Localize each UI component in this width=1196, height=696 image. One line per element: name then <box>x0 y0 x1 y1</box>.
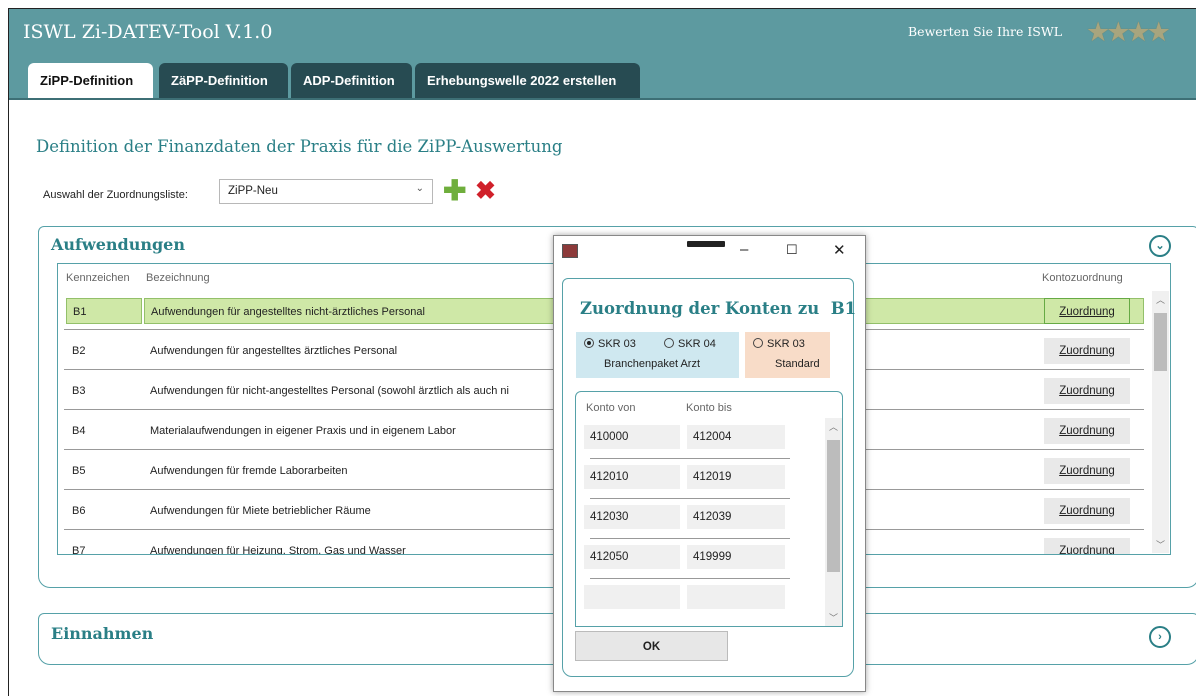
select-value: ZiPP-Neu <box>228 185 278 197</box>
zuordnung-button[interactable]: Zuordnung <box>1044 498 1130 524</box>
radio-skr03-standard[interactable]: SKR 03 <box>753 338 805 350</box>
close-icon[interactable]: ✕ <box>833 241 846 259</box>
zuordnung-dialog: – ☐ ✕ Zuordnung der Konten zu B1 SKR 03 … <box>553 235 866 692</box>
konto-row[interactable]: 412050 419999 <box>576 539 816 579</box>
radio-sublabel: Branchenpaket Arzt <box>604 358 701 370</box>
dialog-title: Zuordnung der Konten zu B1 <box>580 299 857 318</box>
dialog-body: Zuordnung der Konten zu B1 SKR 03 SKR 04… <box>562 278 857 677</box>
radio-dot-icon <box>584 338 594 348</box>
konto-bis-cell[interactable]: 412019 <box>687 465 785 489</box>
chevron-down-icon: ⌄ <box>415 183 424 194</box>
col-bezeichnung: Bezeichnung <box>146 272 210 284</box>
row-kennzeichen: B4 <box>72 425 86 437</box>
konto-bis-cell[interactable]: 412039 <box>687 505 785 529</box>
radio-label: SKR 03 <box>767 338 805 350</box>
skr-standard-box: SKR 03 Standard <box>745 332 830 378</box>
konto-row[interactable] <box>576 579 816 619</box>
grid-scrollbar[interactable]: ︿ ﹀ <box>1152 291 1169 553</box>
tab-erhebungswelle[interactable]: Erhebungswelle 2022 erstellen <box>415 63 640 98</box>
radio-dot-icon <box>664 338 674 348</box>
zuordnung-button[interactable]: Zuordnung <box>1044 458 1130 484</box>
konto-row[interactable]: 412030 412039 <box>576 499 816 539</box>
radio-skr04[interactable]: SKR 04 <box>664 338 716 350</box>
scroll-down-icon[interactable]: ﹀ <box>1152 538 1169 551</box>
zuordnung-button[interactable]: Zuordnung <box>1044 298 1130 324</box>
konto-bis-cell[interactable]: 412004 <box>687 425 785 449</box>
konto-row[interactable]: 412010 412019 <box>576 459 816 499</box>
expand-chevron-icon[interactable]: › <box>1149 626 1171 648</box>
konten-scrollbar[interactable]: ︿ ﹀ <box>825 418 842 626</box>
konto-row[interactable]: 410000 412004 <box>576 419 816 459</box>
select-label: Auswahl der Zuordnungsliste: <box>43 189 188 201</box>
tab-zipp-definition[interactable]: ZiPP-Definition <box>28 63 153 98</box>
row-kennzeichen: B3 <box>72 385 86 397</box>
row-kennzeichen: B2 <box>72 345 86 357</box>
scrollbar-thumb[interactable] <box>827 440 840 572</box>
radio-skr03-arzt[interactable]: SKR 03 <box>584 338 636 350</box>
add-icon[interactable]: ✚ <box>443 177 466 205</box>
konto-von-cell[interactable]: 412050 <box>584 545 680 569</box>
tab-bar: ZiPP-Definition ZäPP-Definition ADP-Defi… <box>9 56 1196 100</box>
scroll-up-icon[interactable]: ︿ <box>1152 293 1169 306</box>
aufwendungen-title: Aufwendungen <box>51 235 185 254</box>
zuordnung-button[interactable]: Zuordnung <box>1044 378 1130 404</box>
radio-sublabel: Standard <box>775 358 820 370</box>
row-kennzeichen: B7 <box>72 545 86 555</box>
radio-label: SKR 04 <box>678 338 716 350</box>
scroll-down-icon[interactable]: ﹀ <box>825 611 842 624</box>
konto-bis-cell[interactable] <box>687 585 785 609</box>
skr-radio-group: SKR 03 SKR 04 Branchenpaket Arzt <box>576 332 739 378</box>
konten-list: Konto von Konto bis 410000 412004 412010… <box>575 391 843 627</box>
col-konto-bis: Konto bis <box>686 402 732 414</box>
col-kennzeichen: Kennzeichen <box>66 272 130 284</box>
konto-von-cell[interactable]: 412010 <box>584 465 680 489</box>
scrollbar-thumb[interactable] <box>1154 313 1167 371</box>
title-bar: ISWL Zi-DATEV-Tool V.1.0 Bewerten Sie Ih… <box>9 9 1196 56</box>
app-title: ISWL Zi-DATEV-Tool V.1.0 <box>23 21 273 43</box>
row-kennzeichen: B6 <box>72 505 86 517</box>
tab-zaepp-definition[interactable]: ZäPP-Definition <box>159 63 288 98</box>
ok-button[interactable]: OK <box>575 631 728 661</box>
page-title: Definition der Finanzdaten der Praxis fü… <box>36 137 563 156</box>
einnahmen-title: Einnahmen <box>51 624 154 643</box>
tab-adp-definition[interactable]: ADP-Definition <box>291 63 412 98</box>
rate-text: Bewerten Sie Ihre ISWL <box>908 24 1063 39</box>
zuordnung-button[interactable]: Zuordnung <box>1044 418 1130 444</box>
delete-icon[interactable]: ✖ <box>475 177 496 205</box>
scroll-up-icon[interactable]: ︿ <box>825 420 842 433</box>
minimize-icon[interactable]: – <box>740 241 748 258</box>
row-kennzeichen: B5 <box>72 465 86 477</box>
window-app-icon <box>562 244 578 258</box>
drag-handle-icon[interactable] <box>687 241 725 247</box>
konto-von-cell[interactable]: 412030 <box>584 505 680 529</box>
col-konto-von: Konto von <box>586 402 636 414</box>
col-kontozuordnung: Kontozuordnung <box>1042 272 1123 284</box>
maximize-icon[interactable]: ☐ <box>786 242 798 258</box>
konto-bis-cell[interactable]: 419999 <box>687 545 785 569</box>
konto-von-cell[interactable] <box>584 585 680 609</box>
rating-stars-icon[interactable]: ★★★★ <box>1086 19 1171 46</box>
row-kennzeichen: B1 <box>66 298 142 324</box>
collapse-chevron-icon[interactable]: ⌄ <box>1149 235 1171 257</box>
zuordnungsliste-select[interactable]: ZiPP-Neu ⌄ <box>219 179 433 204</box>
radio-label: SKR 03 <box>598 338 636 350</box>
zuordnung-button[interactable]: Zuordnung <box>1044 538 1130 554</box>
radio-dot-icon <box>753 338 763 348</box>
zuordnung-button[interactable]: Zuordnung <box>1044 338 1130 364</box>
konto-von-cell[interactable]: 410000 <box>584 425 680 449</box>
